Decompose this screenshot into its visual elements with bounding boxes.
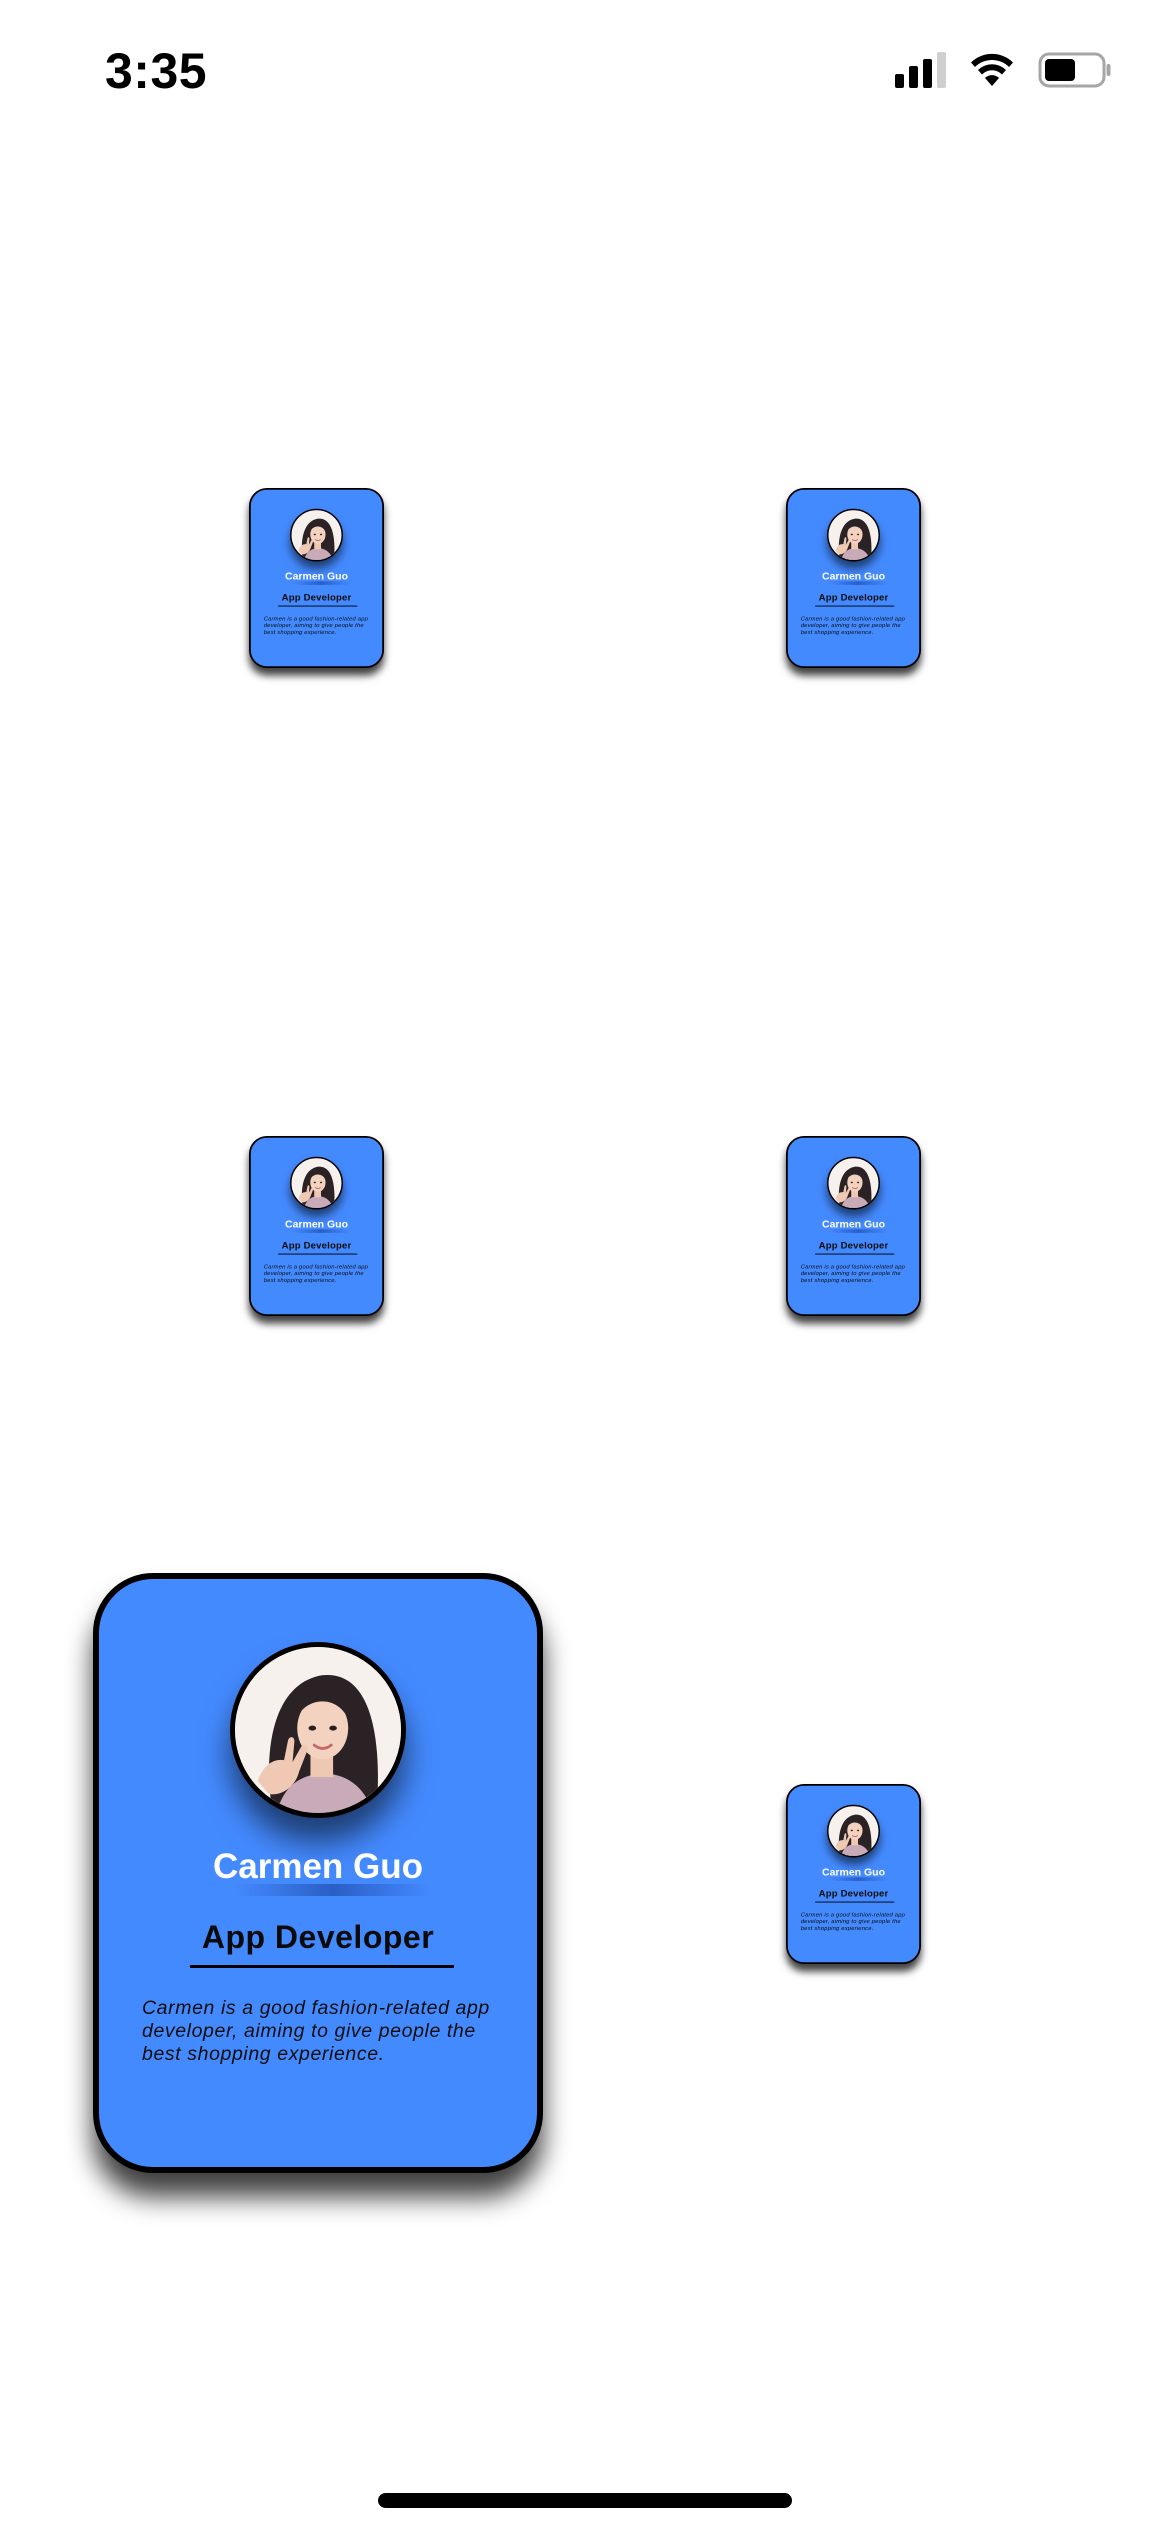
card-role: App Developer xyxy=(818,1239,889,1251)
home-indicator[interactable] xyxy=(378,2493,792,2508)
card-role: App Developer xyxy=(201,1919,435,1955)
battery-icon xyxy=(1038,52,1111,88)
card-bio: Carmen is a good fashion-related app dev… xyxy=(263,615,369,636)
avatar xyxy=(230,1642,406,1818)
card-name: Carmen Guo xyxy=(212,1847,424,1886)
profile-card-3[interactable]: Carmen Guo App Developer Carmen is a goo… xyxy=(249,1136,384,1316)
card-role: App Developer xyxy=(281,1239,352,1251)
avatar xyxy=(827,508,880,562)
name-underline-glow xyxy=(233,1884,433,1896)
avatar xyxy=(290,508,343,562)
card-role: App Developer xyxy=(818,1887,889,1899)
signal-icon xyxy=(895,52,946,88)
name-underline-glow xyxy=(291,581,351,585)
card-role: App Developer xyxy=(818,591,889,603)
role-divider xyxy=(278,605,358,607)
role-divider xyxy=(190,1965,454,1968)
profile-photo-icon xyxy=(828,510,879,560)
profile-card-2[interactable]: Carmen Guo App Developer Carmen is a goo… xyxy=(786,488,921,668)
role-divider xyxy=(815,1253,895,1255)
avatar xyxy=(827,1804,880,1858)
profile-photo-icon xyxy=(828,1806,879,1856)
role-divider xyxy=(815,605,895,607)
role-divider xyxy=(815,1901,895,1903)
name-underline-glow xyxy=(828,1229,888,1233)
profile-card-1[interactable]: Carmen Guo App Developer Carmen is a goo… xyxy=(249,488,384,668)
card-bio: Carmen is a good fashion-related app dev… xyxy=(800,1911,906,1932)
avatar xyxy=(827,1156,880,1210)
card-bio: Carmen is a good fashion-related app dev… xyxy=(142,1997,490,2065)
card-bio: Carmen is a good fashion-related app dev… xyxy=(800,1263,906,1284)
profile-card-4[interactable]: Carmen Guo App Developer Carmen is a goo… xyxy=(786,1136,921,1316)
profile-photo-icon xyxy=(235,1647,401,1813)
profile-photo-icon xyxy=(291,510,342,560)
status-time: 3:35 xyxy=(105,43,208,99)
name-underline-glow xyxy=(828,1877,888,1881)
status-icons xyxy=(895,52,1112,88)
card-role: App Developer xyxy=(281,591,352,603)
avatar xyxy=(290,1156,343,1210)
profile-card-6[interactable]: Carmen Guo App Developer Carmen is a goo… xyxy=(786,1784,921,1964)
card-bio: Carmen is a good fashion-related app dev… xyxy=(263,1263,369,1284)
profile-photo-icon xyxy=(828,1158,879,1208)
profile-card-5[interactable]: Carmen Guo App Developer Carmen is a goo… xyxy=(93,1573,543,2173)
profile-photo-icon xyxy=(291,1158,342,1208)
name-underline-glow xyxy=(828,581,888,585)
name-underline-glow xyxy=(291,1229,351,1233)
wifi-icon xyxy=(971,53,1013,86)
role-divider xyxy=(278,1253,358,1255)
card-bio: Carmen is a good fashion-related app dev… xyxy=(800,615,906,636)
